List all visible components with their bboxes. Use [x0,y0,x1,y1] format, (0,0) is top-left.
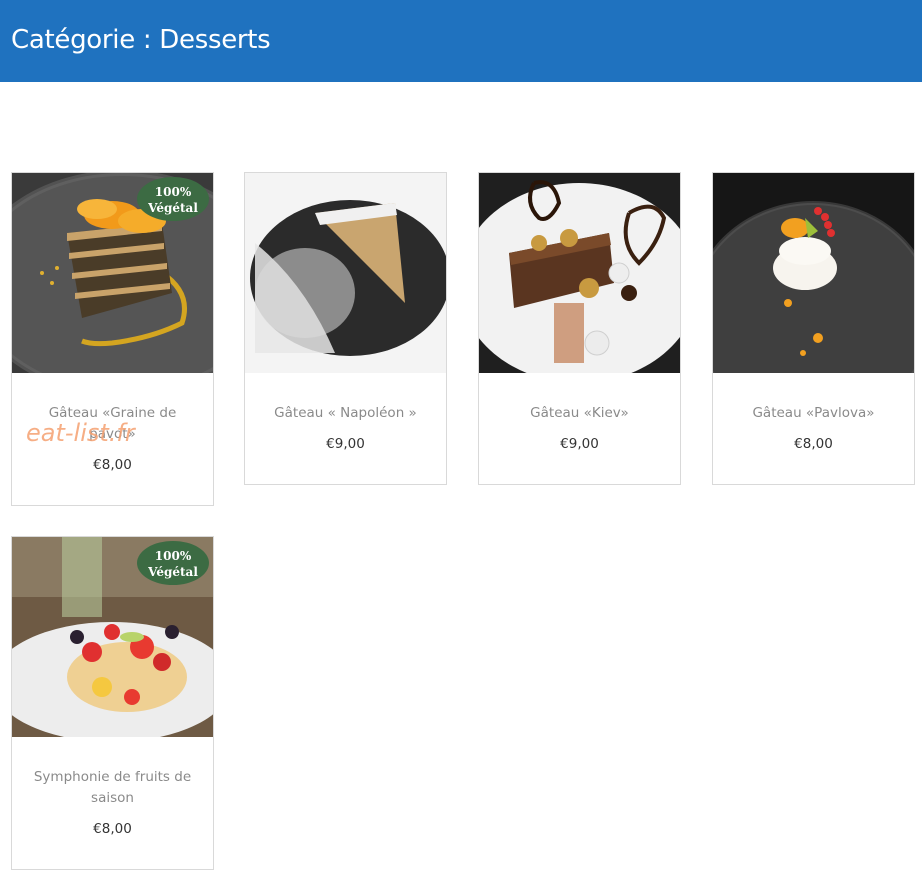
product-price: €8,00 [794,436,833,452]
kiev-cake-image[interactable] [479,173,680,373]
badge-line-2: Végétal [148,565,198,579]
product-card-symphonie[interactable]: 100% Végétal Symphonie de fruits de sais… [11,536,214,870]
product-card-kiev[interactable]: Gâteau «Kiev» €9,00 [478,172,681,485]
badge-line-1: 100% [154,185,192,199]
product-name[interactable]: Gâteau « Napoléon » [245,403,446,424]
napoleon-cake-image[interactable] [245,173,446,373]
product-price: €8,00 [93,457,132,473]
watermark: eat-list.fr [26,419,135,447]
product-card-napoleon[interactable]: Gâteau « Napoléon » €9,00 [244,172,447,485]
product-name[interactable]: Gâteau «Kiev» [479,403,680,424]
fruit-symphony-image[interactable]: 100% Végétal [12,537,213,737]
product-name[interactable]: Symphonie de fruits de saison [12,767,213,809]
product-price: €9,00 [326,436,365,452]
category-header: Catégorie : Desserts [0,0,922,82]
pavlova-image[interactable] [713,173,914,373]
product-card-graine-de-pavot[interactable]: 100% Végétal Gâteau «Graine de pavot» €8… [11,172,214,506]
product-price: €9,00 [560,436,599,452]
product-card-pavlova[interactable]: Gâteau «Pavlova» €8,00 [712,172,915,485]
product-name[interactable]: Gâteau «Pavlova» [713,403,914,424]
vegetal-badge: 100% Végétal [137,177,209,221]
badge-line-1: 100% [154,549,192,563]
vegetal-badge: 100% Végétal [137,541,209,585]
page-title: Catégorie : Desserts [11,25,271,55]
product-price: €8,00 [93,821,132,837]
poppy-seed-cake-image[interactable]: 100% Végétal [12,173,213,373]
badge-line-2: Végétal [148,201,198,215]
